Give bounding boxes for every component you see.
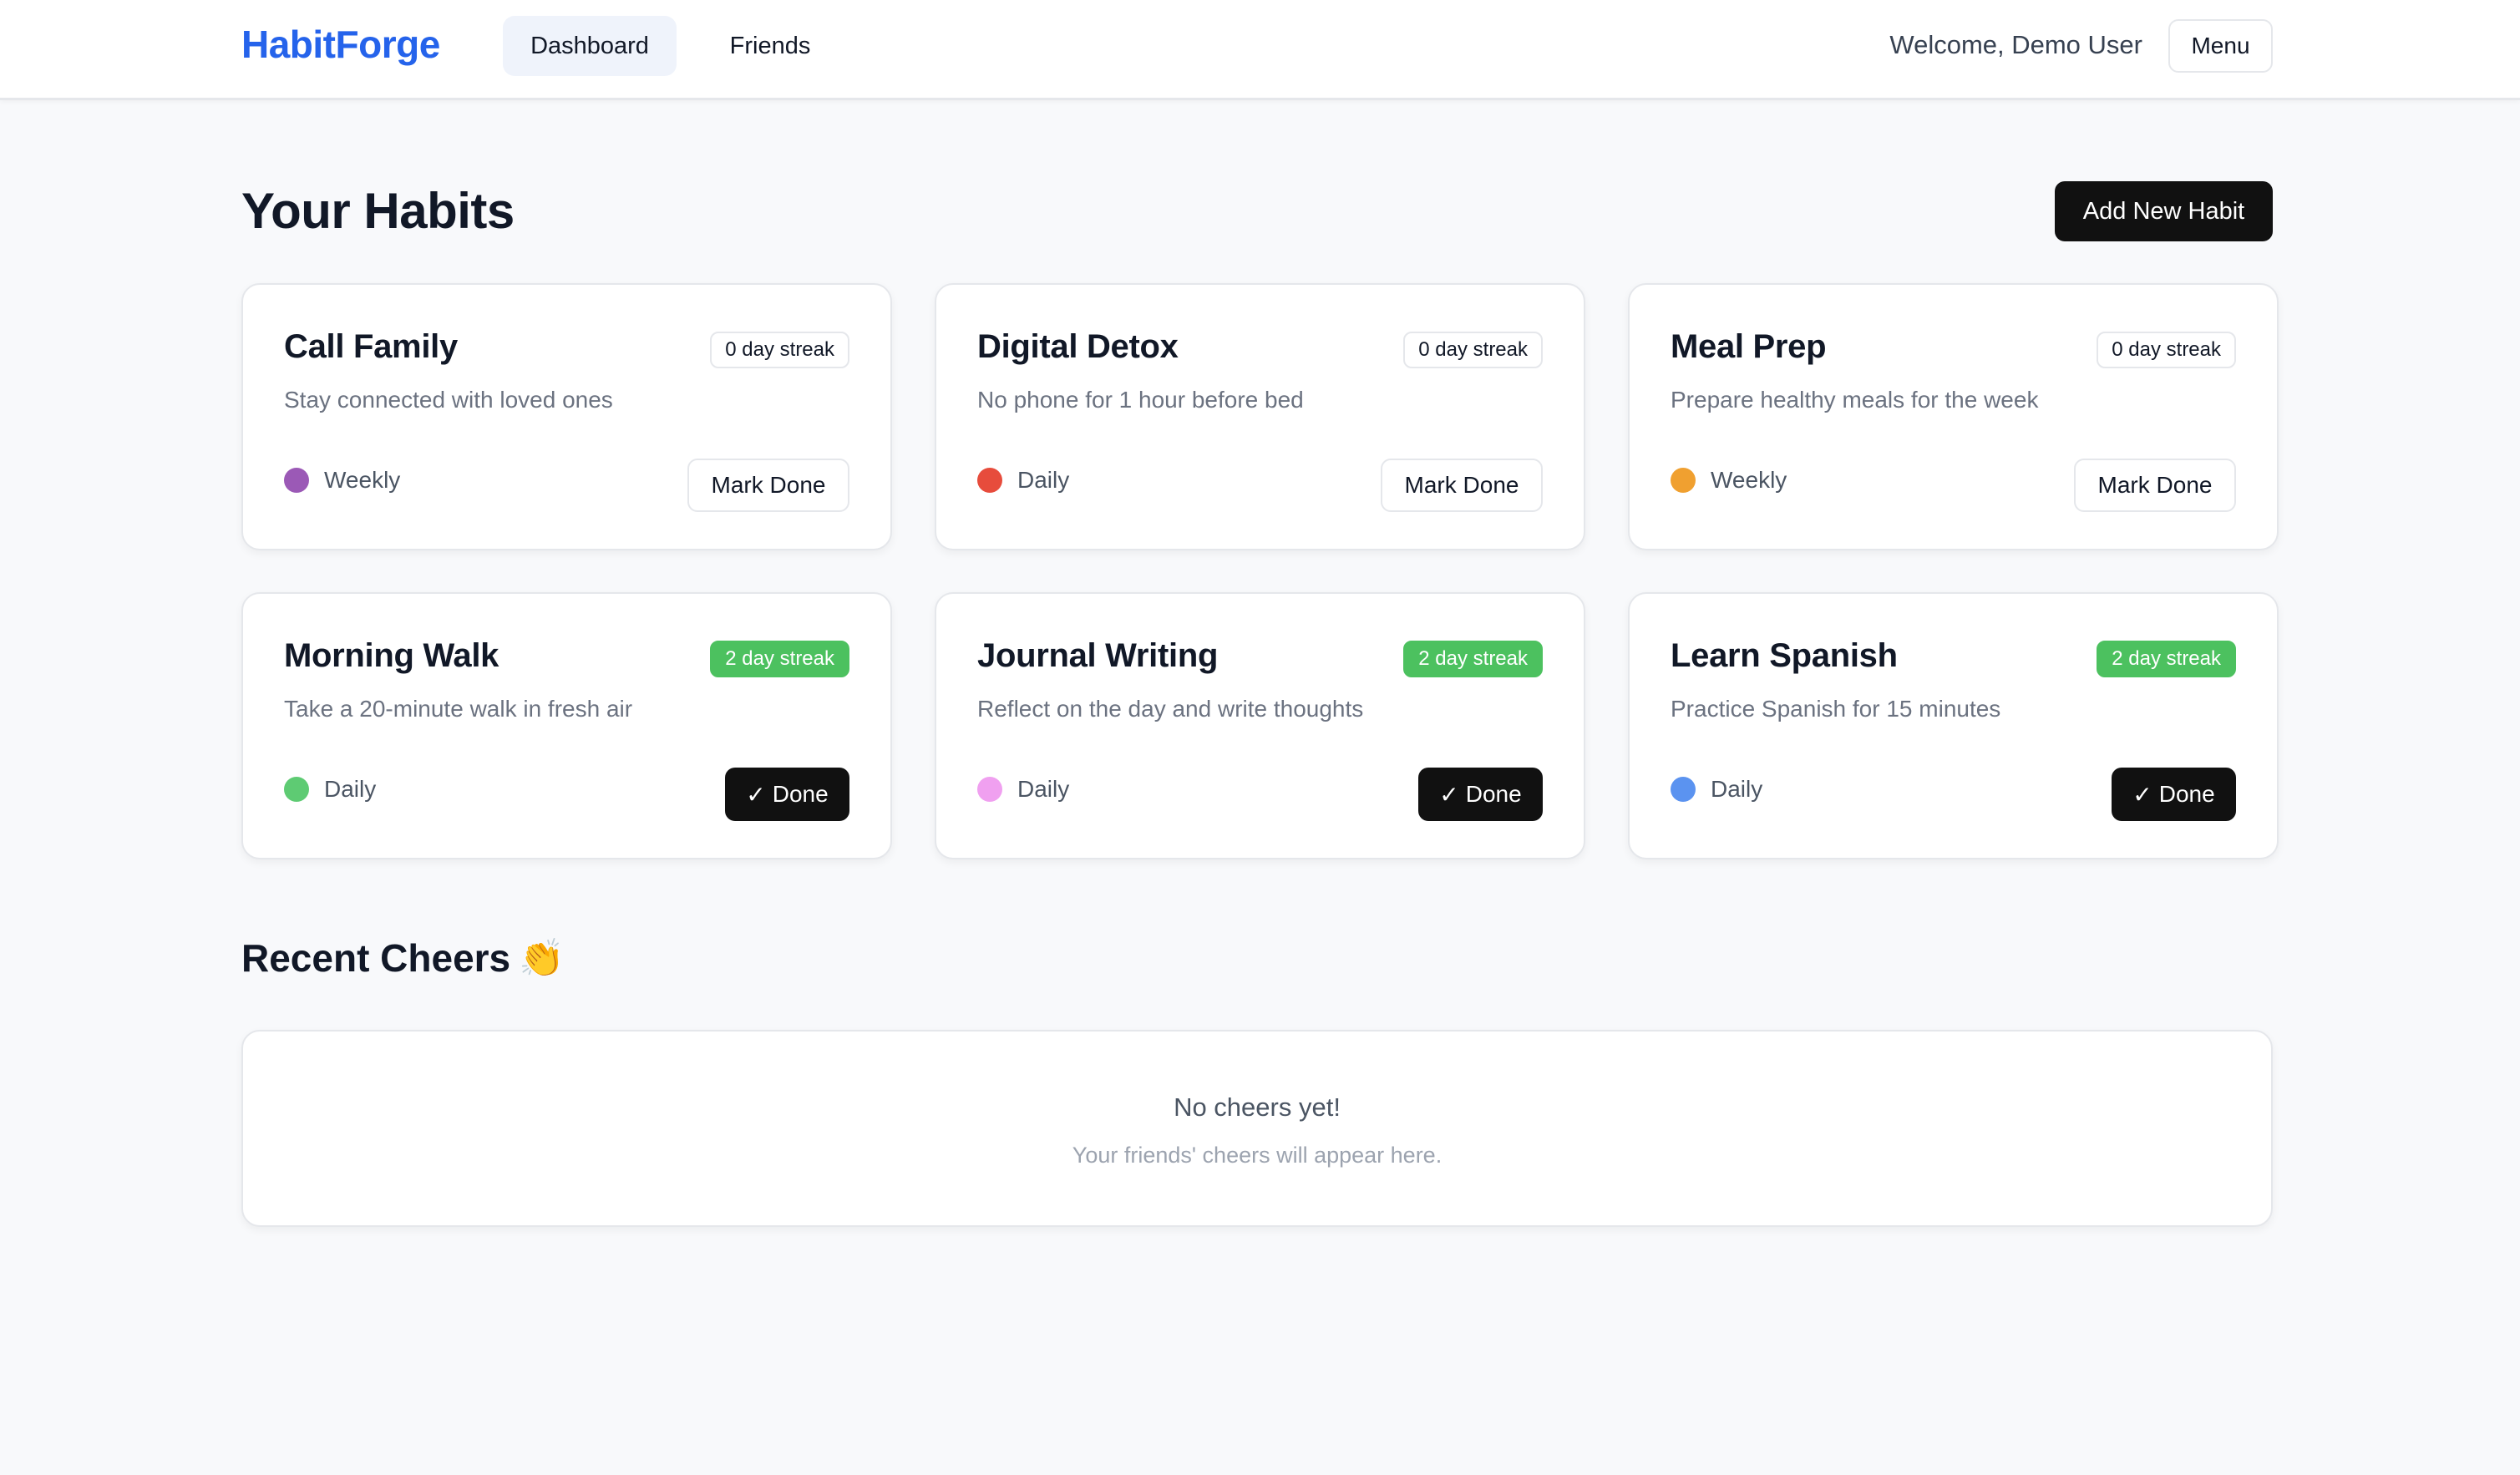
- habit-frequency: Daily: [977, 467, 1069, 494]
- habit-frequency: Daily: [284, 776, 376, 803]
- habit-frequency: Weekly: [1671, 467, 1787, 494]
- habit-color-dot: [1671, 777, 1696, 802]
- habit-description: No phone for 1 hour before bed: [977, 387, 1304, 413]
- done-button[interactable]: ✓ Done: [725, 768, 849, 821]
- habit-description: Reflect on the day and write thoughts: [977, 696, 1364, 722]
- habit-title: Meal Prep: [1671, 328, 1827, 365]
- nav-friends[interactable]: Friends: [712, 16, 829, 76]
- done-label: Done: [772, 781, 829, 807]
- menu-button[interactable]: Menu: [2168, 19, 2273, 73]
- habit-description: Practice Spanish for 15 minutes: [1671, 696, 2001, 722]
- frequency-label: Weekly: [1711, 467, 1787, 493]
- habit-card: Meal Prep 0 day streak Prepare healthy mea…: [1628, 283, 2279, 550]
- streak-badge: 0 day streak: [1403, 332, 1543, 368]
- clapping-hands-icon: 👏: [519, 937, 565, 980]
- checkmark-icon: ✓: [1439, 781, 1459, 808]
- habit-description: Prepare healthy meals for the week: [1671, 387, 2039, 413]
- mark-done-button[interactable]: Mark Done: [687, 459, 849, 512]
- done-button[interactable]: ✓ Done: [2112, 768, 2236, 821]
- brand-logo[interactable]: HabitForge: [241, 22, 440, 67]
- streak-badge: 2 day streak: [1403, 641, 1543, 677]
- recent-cheers-heading: Recent Cheers 👏: [241, 935, 565, 981]
- checkmark-icon: ✓: [2132, 781, 2152, 808]
- nav-dashboard[interactable]: Dashboard: [503, 16, 677, 76]
- recent-cheers-title: Recent Cheers: [241, 936, 511, 980]
- habit-card: Morning Walk 2 day streak Take a 20-minute…: [241, 592, 892, 859]
- habit-description: Take a 20-minute walk in fresh air: [284, 696, 633, 722]
- habit-card: Journal Writing 2 day streak Reflect on th…: [935, 592, 1585, 859]
- habit-description: Stay connected with loved ones: [284, 387, 613, 413]
- mark-done-button[interactable]: Mark Done: [1381, 459, 1543, 512]
- habit-frequency: Daily: [1671, 776, 1762, 803]
- streak-badge: 0 day streak: [710, 332, 849, 368]
- habit-card: Digital Detox 0 day streak No phone for 1 …: [935, 283, 1585, 550]
- empty-cheers-subtitle: Your friends' cheers will appear here.: [1072, 1143, 1443, 1168]
- habit-card: Learn Spanish 2 day streak Practice Spanis…: [1628, 592, 2279, 859]
- page-title: Your Habits: [241, 183, 515, 239]
- habit-frequency: Weekly: [284, 467, 400, 494]
- top-navbar: HabitForge Dashboard Friends Welcome, De…: [0, 0, 2520, 100]
- habit-color-dot: [1671, 468, 1696, 493]
- frequency-label: Daily: [1711, 776, 1763, 802]
- habit-color-dot: [284, 777, 309, 802]
- empty-cheers-title: No cheers yet!: [1174, 1092, 1341, 1122]
- streak-badge: 0 day streak: [2097, 332, 2236, 368]
- streak-badge: 2 day streak: [710, 641, 849, 677]
- habit-title: Morning Walk: [284, 637, 499, 674]
- mark-done-button[interactable]: Mark Done: [2074, 459, 2236, 512]
- habit-frequency: Daily: [977, 776, 1069, 803]
- frequency-label: Daily: [1017, 467, 1070, 493]
- habit-title: Journal Writing: [977, 637, 1219, 674]
- add-new-habit-button[interactable]: Add New Habit: [2055, 181, 2273, 241]
- habit-color-dot: [284, 468, 309, 493]
- habit-card: Call Family 0 day streak Stay connected wi…: [241, 283, 892, 550]
- habit-color-dot: [977, 777, 1002, 802]
- streak-badge: 2 day streak: [2097, 641, 2236, 677]
- frequency-label: Daily: [1017, 776, 1070, 802]
- habit-title: Call Family: [284, 328, 458, 365]
- frequency-label: Daily: [324, 776, 377, 802]
- done-label: Done: [1465, 781, 1522, 807]
- habit-title: Learn Spanish: [1671, 637, 1898, 674]
- habit-color-dot: [977, 468, 1002, 493]
- frequency-label: Weekly: [324, 467, 401, 493]
- done-button[interactable]: ✓ Done: [1418, 768, 1543, 821]
- cheers-panel: No cheers yet! Your friends' cheers will…: [241, 1030, 2273, 1227]
- done-label: Done: [2158, 781, 2215, 807]
- checkmark-icon: ✓: [746, 781, 766, 808]
- welcome-text: Welcome, Demo User: [1889, 30, 2142, 59]
- habit-title: Digital Detox: [977, 328, 1179, 365]
